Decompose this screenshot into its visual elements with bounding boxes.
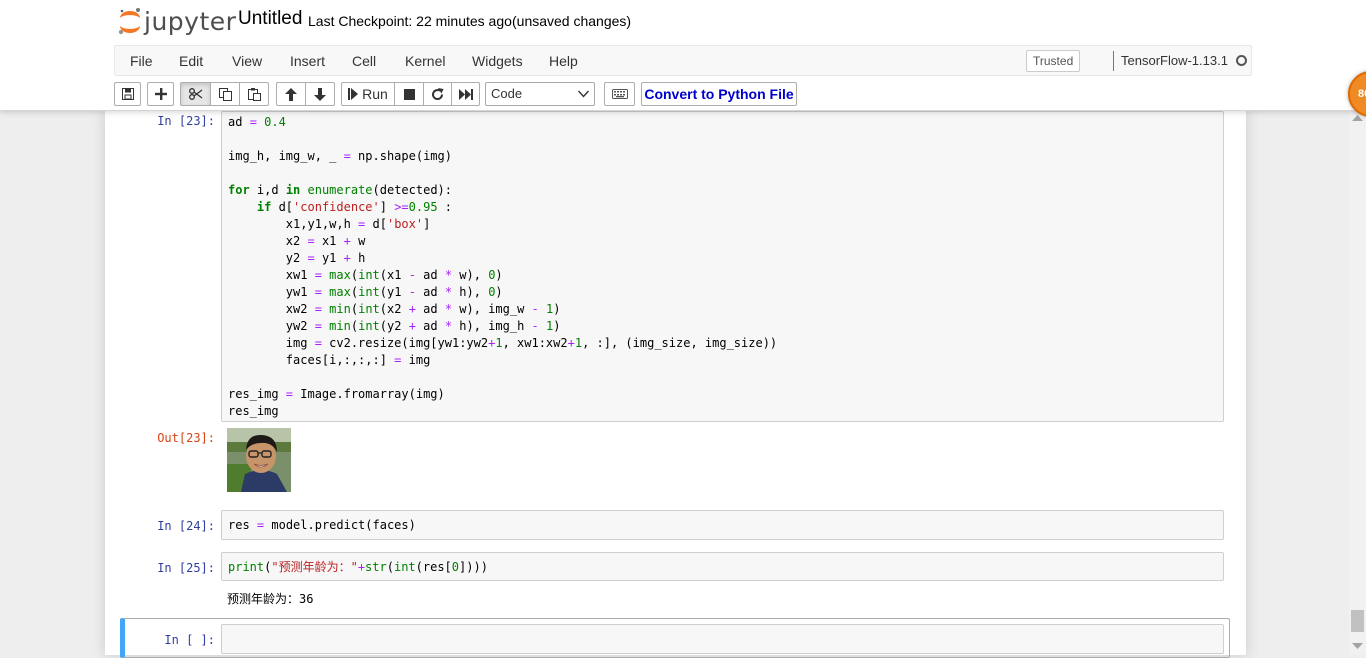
code-input-24[interactable]: res = model.predict(faces) xyxy=(221,510,1224,540)
plus-icon xyxy=(154,88,167,100)
in-prompt-25: In [25]: xyxy=(157,561,215,575)
save-icon xyxy=(121,88,134,100)
copy-icon xyxy=(218,87,232,101)
in-prompt-23: In [23]: xyxy=(157,114,215,128)
jupyter-logo-icon xyxy=(118,8,140,35)
fast-forward-icon xyxy=(458,88,473,100)
menu-file[interactable]: File xyxy=(130,53,153,69)
kernel-separator xyxy=(1113,51,1114,71)
paste-icon xyxy=(247,87,261,101)
menu-widgets[interactable]: Widgets xyxy=(472,53,523,69)
restart-run-all-button[interactable] xyxy=(452,82,480,106)
arrow-up-icon xyxy=(285,87,297,101)
code-text-25: print("预测年龄为："+str(int(res[0]))) xyxy=(228,560,488,574)
chevron-down-icon xyxy=(578,90,589,98)
cut-button[interactable] xyxy=(180,82,211,106)
cell-type-select[interactable]: Code xyxy=(485,82,595,106)
move-down-button[interactable] xyxy=(306,82,335,106)
kernel-idle-icon xyxy=(1236,55,1247,66)
arrow-down-icon xyxy=(314,87,326,101)
checkpoint-status: Last Checkpoint: 22 minutes ago xyxy=(308,13,512,29)
kernel-name[interactable]: TensorFlow-1.13.1 xyxy=(1121,53,1228,68)
run-icon xyxy=(348,88,359,100)
command-palette-button[interactable] xyxy=(604,82,635,106)
move-up-button[interactable] xyxy=(276,82,306,106)
notebook-title[interactable]: Untitled xyxy=(238,8,302,30)
menu-bar: File Edit View Insert Cell Kernel Widget… xyxy=(114,45,1252,76)
keyboard-icon xyxy=(611,89,628,99)
jupyter-logo[interactable]: jupyter xyxy=(117,6,236,36)
cut-icon xyxy=(188,88,202,100)
copy-button[interactable] xyxy=(211,82,240,106)
insert-cell-button[interactable] xyxy=(147,82,174,106)
menu-cell[interactable]: Cell xyxy=(352,53,376,69)
in-prompt-24: In [24]: xyxy=(157,519,215,533)
code-input-empty[interactable] xyxy=(221,624,1224,654)
stdout-output-25: 预测年龄为：36 xyxy=(227,592,314,606)
menu-kernel[interactable]: Kernel xyxy=(405,53,445,69)
save-button[interactable] xyxy=(114,82,141,106)
out-prompt-23: Out[23]: xyxy=(157,431,215,445)
restart-button[interactable] xyxy=(424,82,452,106)
menu-view[interactable]: View xyxy=(232,53,262,69)
run-label: Run xyxy=(362,86,388,102)
trusted-indicator[interactable]: Trusted xyxy=(1026,50,1081,72)
code-input-25[interactable]: print("预测年龄为："+str(int(res[0]))) xyxy=(221,552,1224,581)
stop-icon xyxy=(403,88,415,100)
logo-text: jupyter xyxy=(144,7,237,36)
paste-button[interactable] xyxy=(240,82,269,106)
face-output-image xyxy=(227,428,291,492)
menu-insert[interactable]: Insert xyxy=(290,53,325,69)
in-prompt-empty: In [ ]: xyxy=(164,633,215,647)
restart-icon xyxy=(432,87,444,100)
notebook-header: jupyter Untitled Last Checkpoint: 22 min… xyxy=(0,0,1366,111)
cell-type-value: Code xyxy=(491,86,523,101)
scroll-down-icon[interactable] xyxy=(1352,643,1363,650)
scrollbar-thumb[interactable] xyxy=(1351,610,1364,632)
autosave-status: (unsaved changes) xyxy=(512,13,632,29)
menu-help[interactable]: Help xyxy=(549,53,578,69)
code-text-24: res = model.predict(faces) xyxy=(228,518,416,532)
interrupt-button[interactable] xyxy=(395,82,424,106)
page-scrollbar[interactable] xyxy=(1349,111,1366,655)
code-input-23[interactable]: ad = 0.4 img_h, img_w, _ = np.shape(img)… xyxy=(221,111,1224,422)
run-button[interactable]: Run xyxy=(341,82,395,106)
code-text-23: ad = 0.4 img_h, img_w, _ = np.shape(img)… xyxy=(228,115,778,418)
convert-to-python-button[interactable]: Convert to Python File xyxy=(641,82,797,106)
menu-edit[interactable]: Edit xyxy=(179,53,203,69)
